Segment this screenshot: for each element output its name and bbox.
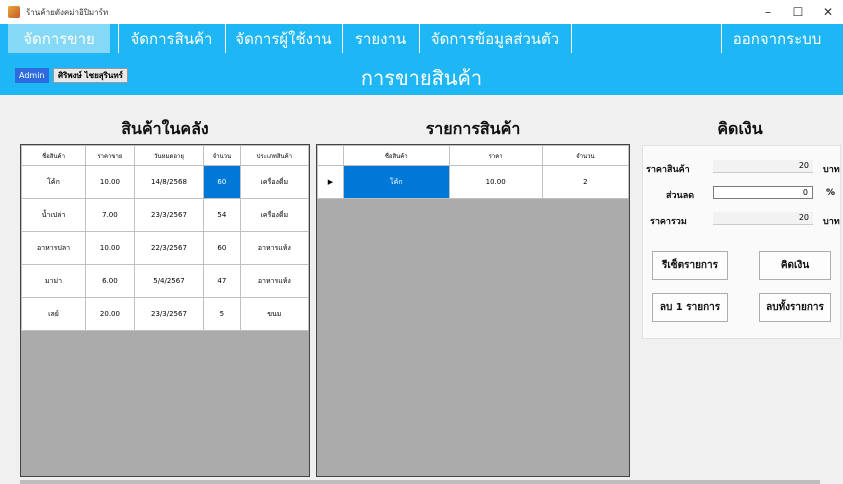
table-row[interactable]: ▶ โค้ก 10.00 2 bbox=[317, 165, 629, 199]
menu-users[interactable]: จัดการผู้ใช้งาน bbox=[226, 24, 341, 53]
table-cell[interactable]: น้ำเปล่า bbox=[21, 198, 87, 232]
calculate-button[interactable]: คิดเงิน bbox=[759, 251, 831, 280]
table-header-row: ชื่อสินค้า ราคา จำนวน bbox=[317, 145, 629, 166]
table-row[interactable]: น้ำเปล่า 7.00 23/3/2567 54 เครื่องดื่ม bbox=[21, 198, 309, 232]
table-cell[interactable]: 20.00 bbox=[85, 297, 135, 331]
window-title: ร้านค้ายตังคม่าอิปิมาร์ท bbox=[26, 7, 109, 17]
discount-unit: % bbox=[826, 188, 836, 198]
page-title: การขายสินค้า bbox=[360, 66, 483, 90]
menu-bar: จัดการขาย จัดการสินค้า จัดการผู้ใช้งาน ร… bbox=[0, 24, 843, 53]
column-header[interactable]: จำนวน bbox=[203, 145, 241, 166]
menu-reports[interactable]: รายงาน bbox=[343, 24, 418, 53]
table-cell[interactable]: 5/4/2567 bbox=[133, 264, 205, 298]
role-badge: Admin bbox=[15, 68, 49, 83]
discount-field[interactable]: 0 bbox=[713, 186, 813, 199]
price-field: 20 bbox=[713, 160, 813, 173]
table-row[interactable]: อาหารปลา 10.00 22/3/2567 60 อาหารแห้ง bbox=[21, 231, 309, 265]
column-header[interactable]: ราคาขาย bbox=[85, 145, 135, 166]
table-cell[interactable]: ขนม bbox=[239, 297, 309, 331]
close-button[interactable]: ✕ bbox=[813, 0, 843, 24]
column-header[interactable]: วันหมดอายุ bbox=[133, 145, 205, 166]
table-cell[interactable]: 23/3/2567 bbox=[133, 198, 205, 232]
column-header[interactable]: ประเภทสินค้า bbox=[239, 145, 309, 166]
row-pointer-icon: ▶ bbox=[327, 178, 334, 186]
window-titlebar: ร้านค้ายตังคม่าอิปิมาร์ท – ☐ ✕ bbox=[0, 0, 843, 24]
checkout-title: คิดเงิน bbox=[717, 119, 763, 138]
column-header[interactable]: ชื่อสินค้า bbox=[343, 145, 450, 166]
table-cell[interactable]: 23/3/2567 bbox=[133, 297, 205, 331]
window-controls: – ☐ ✕ bbox=[753, 0, 843, 24]
column-header[interactable]: ชื่อสินค้า bbox=[21, 145, 87, 166]
table-row[interactable]: โค้ก 10.00 14/8/2568 60 เครื่องดื่ม bbox=[21, 165, 309, 199]
table-cell[interactable]: 60 bbox=[203, 231, 241, 265]
row-header-corner bbox=[317, 145, 344, 166]
table-header-row: ชื่อสินค้า ราคาขาย วันหมดอายุ จำนวน ประเ… bbox=[21, 145, 309, 166]
table-cell[interactable]: 10.00 bbox=[85, 165, 135, 199]
menu-profile[interactable]: จัดการข้อมูลส่วนตัว bbox=[420, 24, 570, 53]
maximize-button[interactable]: ☐ bbox=[783, 0, 813, 24]
table-cell[interactable]: โค้ก bbox=[343, 165, 450, 199]
minimize-button[interactable]: – bbox=[753, 0, 783, 24]
table-cell[interactable]: 22/3/2567 bbox=[133, 231, 205, 265]
table-cell[interactable]: มาม่า bbox=[21, 264, 87, 298]
table-row[interactable]: เลย์ 20.00 23/3/2567 5 ขนม bbox=[21, 297, 309, 331]
table-cell[interactable]: 7.00 bbox=[85, 198, 135, 232]
horizontal-scrollbar[interactable] bbox=[20, 480, 820, 484]
table-row[interactable]: มาม่า 6.00 5/4/2567 47 อาหารแห้ง bbox=[21, 264, 309, 298]
table-cell[interactable]: 60 bbox=[203, 165, 241, 199]
inventory-grid[interactable]: ชื่อสินค้า ราคาขาย วันหมดอายุ จำนวน ประเ… bbox=[20, 144, 310, 477]
menu-divider bbox=[571, 24, 572, 53]
table-cell[interactable]: 6.00 bbox=[85, 264, 135, 298]
table-cell[interactable]: เลย์ bbox=[21, 297, 87, 331]
table-cell[interactable]: โค้ก bbox=[21, 165, 87, 199]
cart-grid[interactable]: ชื่อสินค้า ราคา จำนวน ▶ โค้ก 10.00 2 bbox=[316, 144, 630, 477]
table-cell[interactable]: อาหารแห้ง bbox=[239, 231, 309, 265]
table-cell[interactable]: 47 bbox=[203, 264, 241, 298]
table-cell[interactable]: เครื่องดื่ม bbox=[239, 165, 309, 199]
app-icon bbox=[8, 6, 20, 18]
table-cell[interactable]: 10.00 bbox=[85, 231, 135, 265]
table-cell[interactable]: 2 bbox=[541, 165, 629, 199]
row-selector[interactable]: ▶ bbox=[317, 165, 344, 199]
price-label: ราคาสินค้า bbox=[646, 165, 690, 175]
table-cell[interactable]: 5 bbox=[203, 297, 241, 331]
table-cell[interactable]: 14/8/2568 bbox=[133, 165, 205, 199]
discount-label: ส่วนลด bbox=[666, 191, 695, 201]
total-unit: บาท bbox=[823, 217, 840, 227]
table-cell[interactable]: อาหารปลา bbox=[21, 231, 87, 265]
total-label: ราคารวม bbox=[650, 217, 687, 227]
column-header[interactable]: จำนวน bbox=[541, 145, 629, 166]
menu-sales[interactable]: จัดการขาย bbox=[8, 24, 110, 53]
total-field: 20 bbox=[713, 212, 813, 225]
table-cell[interactable]: อาหารแห้ง bbox=[239, 264, 309, 298]
reset-button[interactable]: รีเซ็ตรายการ bbox=[652, 251, 728, 280]
menu-logout[interactable]: ออกจากระบบ bbox=[722, 24, 832, 53]
column-header[interactable]: ราคา bbox=[448, 145, 543, 166]
delete-one-button[interactable]: ลบ 1 รายการ bbox=[652, 293, 728, 322]
menu-products[interactable]: จัดการสินค้า bbox=[119, 24, 224, 53]
price-unit: บาท bbox=[823, 165, 840, 175]
user-name: ศิริพงษ์ ไชยสุรินทร์ bbox=[53, 68, 128, 83]
table-cell[interactable]: เครื่องดื่ม bbox=[239, 198, 309, 232]
cart-title: รายการสินค้า bbox=[425, 119, 521, 138]
table-cell[interactable]: 10.00 bbox=[448, 165, 543, 199]
table-cell[interactable]: 54 bbox=[203, 198, 241, 232]
delete-all-button[interactable]: ลบทั้งรายการ bbox=[759, 293, 831, 322]
inventory-title: สินค้าในคลัง bbox=[121, 119, 209, 138]
